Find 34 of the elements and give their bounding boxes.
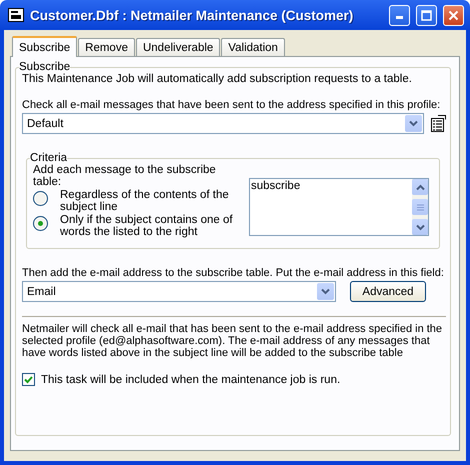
tab[interactable]: Undeliverable: [136, 38, 220, 56]
list-icon[interactable]: [430, 115, 446, 132]
radio-label[interactable]: Only if the subject contains one of words the listed to the right: [60, 214, 233, 238]
caret-icon: [321, 288, 330, 295]
keyword-item[interactable]: subscribe: [251, 180, 411, 192]
keyword-list[interactable]: subscribe: [249, 178, 429, 236]
window-title: Customer.Dbf : Netmailer Maintenance (Customer): [30, 8, 354, 22]
criteria-title: Criteria: [30, 152, 68, 164]
field-label: Then add the e-mail address to the subscribe table. Put the e-mail address in this field:: [22, 267, 445, 279]
intro-text: This Maintenance Job will automatically add subscription requests to a table.: [22, 73, 413, 85]
advanced-button[interactable]: Advanced: [350, 281, 426, 302]
note-text: Netmailer will check all e-mail that has been sent to the e-mail address specified in the selected profile (ed@alphasoftware.com). The e-mail address of any messages that have words listed above in the subject line will be added to the subscribe table: [22, 323, 444, 359]
profile-label: Check all e-mail messages that have been sent to the address specified in this profile:: [22, 99, 442, 111]
tab[interactable]: Remove: [78, 38, 135, 56]
profile-dropdown[interactable]: Default: [22, 113, 424, 134]
group-title: Subscribe: [19, 61, 70, 73]
caret-icon: [409, 120, 418, 127]
grip-icon: [416, 204, 424, 210]
radio-label[interactable]: Regardless of the contents of the subject line: [60, 189, 233, 213]
radio-button[interactable]: [33, 191, 48, 206]
close-icon: [448, 10, 459, 20]
include-label[interactable]: This task will be included when the maintenance job is run.: [41, 374, 340, 386]
maximize-icon: [421, 10, 432, 20]
tab[interactable]: Validation: [221, 38, 285, 56]
include-checkbox[interactable]: [22, 373, 35, 386]
maximize-button[interactable]: [416, 4, 437, 26]
radio-button[interactable]: [33, 216, 48, 231]
criteria-prompt: Add each message to the subscribe table:: [33, 164, 217, 188]
tab[interactable]: Subscribe: [12, 36, 78, 57]
close-button[interactable]: [443, 4, 464, 26]
scrollbar[interactable]: [412, 179, 428, 235]
field-dropdown[interactable]: Email: [22, 281, 336, 302]
minimize-button[interactable]: [389, 4, 410, 26]
window-icon: [8, 8, 24, 22]
